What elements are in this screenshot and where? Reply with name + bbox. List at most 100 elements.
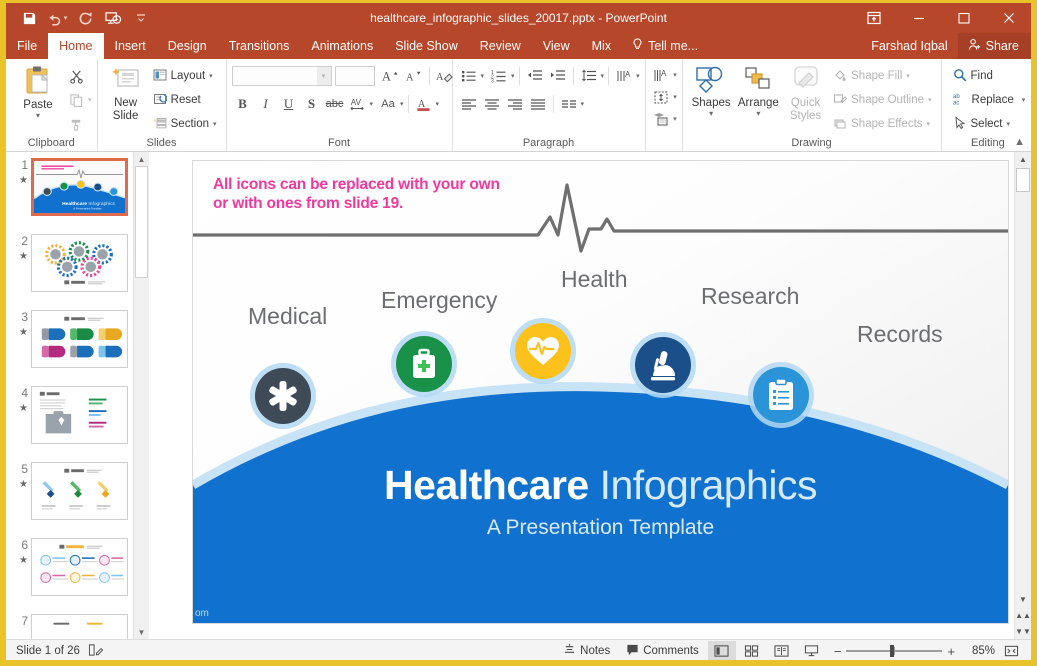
align-text-caret-icon[interactable]: ▾	[673, 93, 677, 101]
character-spacing-icon[interactable]: AV	[347, 93, 369, 115]
text-shadow-icon[interactable]: S	[301, 93, 323, 115]
layout-caret-icon[interactable]: ▾	[209, 72, 213, 80]
copy-icon[interactable]	[65, 89, 87, 111]
change-case-caret-icon[interactable]: ▾	[400, 100, 404, 108]
thumbnail-scroll-thumb[interactable]	[135, 166, 148, 278]
align-center-icon[interactable]	[481, 93, 503, 115]
tab-view[interactable]: View	[532, 33, 581, 59]
thumbnail-row-3[interactable]: 3 ★	[6, 304, 149, 380]
reading-view-button[interactable]	[768, 641, 796, 661]
justify-icon[interactable]	[527, 93, 549, 115]
thumbnail-3[interactable]	[31, 310, 128, 368]
slide-canvas[interactable]: All icons can be replaced with your own …	[193, 161, 1008, 623]
slide-editing-pane[interactable]: All icons can be replaced with your own …	[149, 152, 1031, 639]
normal-view-button[interactable]	[708, 641, 736, 661]
numbered-list-caret-icon[interactable]: ▾	[511, 72, 515, 80]
slide-scrollbar[interactable]: ▲ ▼ ▲▲ ▼▼	[1014, 152, 1031, 639]
find-button[interactable]: Find	[951, 65, 1030, 87]
maximize-icon[interactable]	[941, 3, 986, 33]
tab-review[interactable]: Review	[469, 33, 532, 59]
shapes-button[interactable]: Shapes ▾	[688, 63, 735, 118]
select-caret-icon[interactable]: ▾	[1006, 120, 1010, 128]
zoom-in-button[interactable]: +	[947, 644, 955, 659]
tab-home[interactable]: Home	[48, 33, 103, 59]
tab-design[interactable]: Design	[157, 33, 218, 59]
new-slide-button[interactable]: New Slide	[103, 63, 149, 123]
strikethrough-icon[interactable]: abc	[324, 93, 346, 115]
text-direction-vertical-icon[interactable]: A	[650, 64, 672, 86]
star-of-life-icon[interactable]	[255, 368, 311, 424]
tab-mix[interactable]: Mix	[581, 33, 622, 59]
font-size-value[interactable]	[336, 67, 374, 85]
zoom-level[interactable]: 85%	[963, 645, 995, 657]
medical-bag-icon[interactable]	[396, 336, 452, 392]
decrease-indent-icon[interactable]	[524, 65, 546, 87]
previous-slide-icon[interactable]: ▲▲	[1015, 608, 1031, 623]
tab-file[interactable]: File	[6, 33, 48, 59]
shape-effects-caret-icon[interactable]: ▾	[927, 120, 931, 128]
increase-indent-icon[interactable]	[547, 65, 569, 87]
tab-animations[interactable]: Animations	[300, 33, 384, 59]
notes-page-icon[interactable]	[88, 643, 103, 660]
convert-to-smartart-icon[interactable]	[650, 108, 672, 130]
slide-title[interactable]: Healthcare Infographics	[193, 461, 1008, 509]
columns-icon[interactable]	[558, 93, 580, 115]
thumbnail-row-7[interactable]: 7	[6, 608, 149, 639]
shrink-font-icon[interactable]: A	[403, 65, 425, 87]
zoom-track[interactable]	[846, 650, 942, 652]
smartart-caret-icon[interactable]: ▾	[673, 115, 677, 123]
zoom-slider[interactable]: − +	[828, 644, 961, 659]
thumbnail-4[interactable]	[31, 386, 128, 444]
arrange-caret-icon[interactable]: ▾	[756, 110, 760, 118]
clipboard-icon[interactable]	[753, 367, 809, 423]
bold-icon[interactable]: B	[232, 93, 254, 115]
paste-caret-icon[interactable]: ▾	[36, 112, 40, 120]
save-icon[interactable]	[16, 6, 42, 30]
comments-button[interactable]: Comments	[619, 641, 706, 661]
slide-counter[interactable]: Slide 1 of 26	[16, 645, 80, 657]
cut-icon[interactable]	[65, 65, 87, 87]
microscope-icon[interactable]	[635, 337, 691, 393]
thumbnail-scrollbar[interactable]: ▲ ▼	[133, 152, 149, 639]
thumbnail-2[interactable]	[31, 234, 128, 292]
share-button[interactable]: Share	[958, 33, 1031, 59]
layout-button[interactable]: Layout ▾	[151, 65, 221, 87]
thumbnail-row-6[interactable]: 6 ★	[6, 532, 149, 608]
arrange-button[interactable]: Arrange ▾	[735, 63, 782, 118]
thumbnail-scroll-down-icon[interactable]: ▼	[134, 625, 149, 639]
slide-sorter-view-button[interactable]	[738, 641, 766, 661]
text-direction-caret-icon[interactable]: ▾	[636, 72, 640, 80]
font-name-value[interactable]	[233, 67, 317, 85]
align-left-icon[interactable]	[458, 93, 480, 115]
align-right-icon[interactable]	[504, 93, 526, 115]
italic-icon[interactable]: I	[255, 93, 277, 115]
redo-icon[interactable]	[72, 6, 98, 30]
bullet-list-caret-icon[interactable]: ▾	[481, 72, 485, 80]
font-color-icon[interactable]: A	[413, 93, 435, 115]
scroll-down-icon[interactable]: ▼	[1015, 592, 1031, 607]
thumbnail-6[interactable]	[31, 538, 128, 596]
format-painter-icon[interactable]	[65, 113, 87, 135]
shape-fill-button[interactable]: Shape Fill ▾	[831, 65, 935, 87]
slide-thumbnail-pane[interactable]: 1 ★ He	[6, 152, 149, 639]
align-text-icon[interactable]	[650, 86, 672, 108]
shape-fill-caret-icon[interactable]: ▾	[906, 72, 910, 80]
customize-qat-icon[interactable]	[128, 6, 154, 30]
fit-to-window-button[interactable]	[997, 641, 1025, 661]
thumbnail-row-1[interactable]: 1 ★ He	[6, 152, 149, 228]
close-icon[interactable]	[986, 3, 1031, 33]
grow-font-icon[interactable]: A	[380, 65, 402, 87]
section-caret-icon[interactable]: ▾	[213, 120, 217, 128]
select-button[interactable]: Select ▾	[951, 113, 1030, 135]
tab-slide-show[interactable]: Slide Show	[384, 33, 469, 59]
slide-note[interactable]: All icons can be replaced with your own …	[213, 175, 558, 213]
shapes-caret-icon[interactable]: ▾	[709, 110, 713, 118]
bullet-list-icon[interactable]	[458, 65, 480, 87]
thumbnail-row-2[interactable]: 2 ★	[6, 228, 149, 304]
text-direction-v-caret-icon[interactable]: ▾	[673, 71, 677, 79]
tab-insert[interactable]: Insert	[104, 33, 157, 59]
undo-icon[interactable]: ▾	[44, 6, 70, 30]
line-spacing-caret-icon[interactable]: ▾	[601, 72, 605, 80]
thumbnail-row-5[interactable]: 5 ★	[6, 456, 149, 532]
minimize-icon[interactable]	[896, 3, 941, 33]
